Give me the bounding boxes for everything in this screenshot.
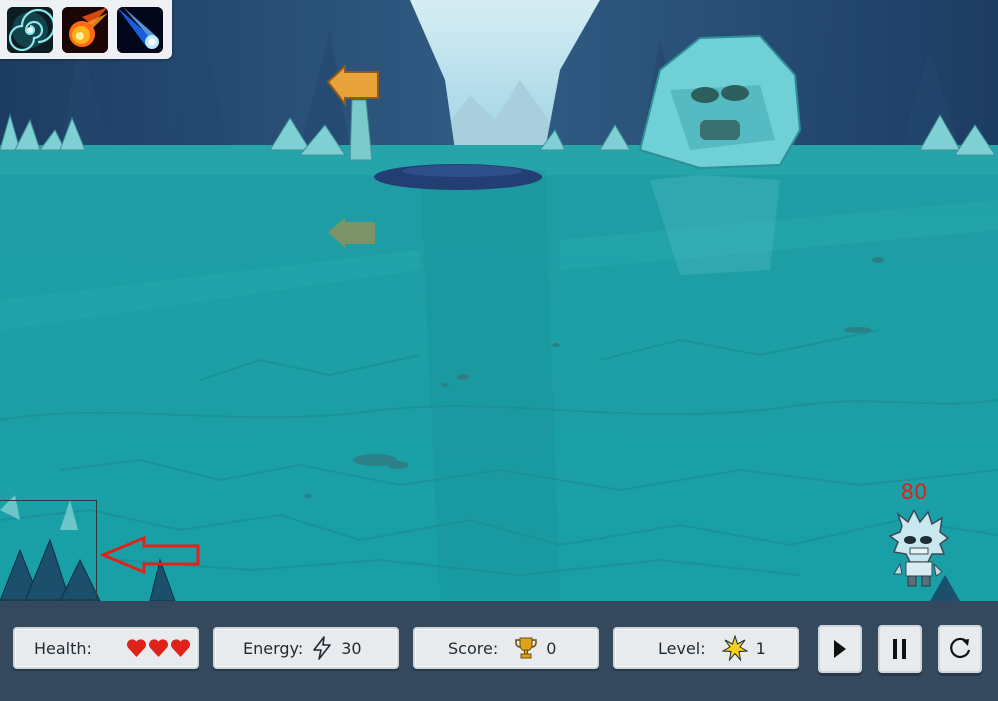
lightning-icon [313, 636, 332, 660]
ice-zombie-enemy[interactable]: 80 [888, 480, 952, 590]
score-value: 0 [546, 638, 557, 658]
hud-bar: Health: Energy: 30 Score: 0 Level: 1 [0, 601, 998, 701]
trophy-icon [515, 637, 537, 659]
heart-icon [148, 639, 168, 657]
restart-icon [950, 637, 971, 659]
star-burst-icon [721, 635, 748, 661]
energy-label: Energy: [243, 638, 304, 658]
score-label: Score: [448, 638, 499, 658]
spell-bar [0, 0, 172, 59]
fireball-spell-icon[interactable] [62, 7, 108, 53]
enemy-health-value: 80 [900, 480, 928, 504]
pause-button[interactable] [878, 625, 922, 673]
ice-zombie-icon [888, 510, 950, 587]
score-panel: Score: 0 [413, 627, 599, 669]
heart-icon [126, 639, 146, 657]
level-value: 1 [755, 638, 766, 658]
placement-zone[interactable] [0, 500, 97, 600]
level-label: Level: [658, 638, 706, 658]
energy-panel: Energy: 30 [213, 627, 399, 669]
vortex-spell-icon[interactable] [7, 7, 53, 53]
ice-cavern-background [0, 0, 998, 601]
pause-icon [893, 639, 906, 659]
health-panel: Health: [13, 627, 199, 669]
left-arrow-icon [100, 535, 200, 575]
play-button[interactable] [818, 625, 862, 673]
game-stage[interactable]: 80 [0, 0, 998, 601]
restart-button[interactable] [938, 625, 982, 673]
energy-value: 30 [341, 638, 362, 658]
level-panel: Level: 1 [613, 627, 799, 669]
health-label: Health: [34, 638, 92, 658]
hearts [126, 639, 191, 657]
comet-spell-icon[interactable] [117, 7, 163, 53]
play-icon [834, 640, 846, 658]
heart-icon [170, 639, 190, 657]
